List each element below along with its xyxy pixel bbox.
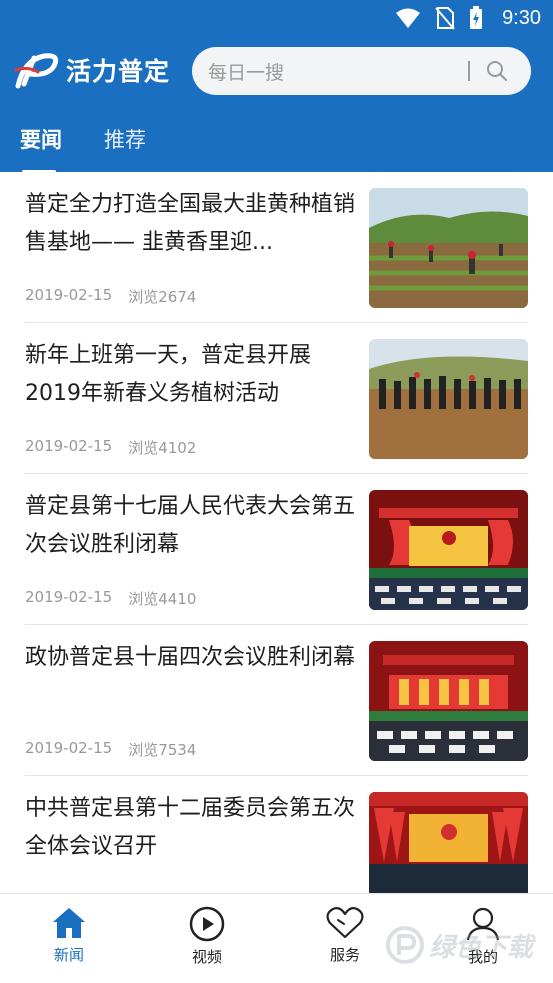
news-date: 2019-02-15	[25, 739, 113, 757]
news-item[interactable]: 普定全力打造全国最大韭黄种植销售基地—— 韭黄香里迎... 2019-02-15…	[0, 172, 553, 323]
watermark: 绿色下载	[385, 925, 533, 965]
news-views: 浏览4102	[128, 439, 197, 457]
tab-recommended[interactable]: 推荐	[104, 124, 146, 154]
news-thumbnail-conference-flags	[369, 792, 528, 893]
news-list: 普定全力打造全国最大韭黄种植销售基地—— 韭黄香里迎... 2019-02-15…	[0, 172, 553, 893]
news-views: 浏览2674	[128, 288, 197, 306]
tab-headlines[interactable]: 要闻	[20, 124, 62, 154]
nav-news-label: 新闻	[53, 946, 84, 964]
no-sim-icon	[435, 7, 455, 30]
tab-bar: 要闻 推荐	[0, 118, 553, 173]
news-item[interactable]: 政协普定县十届四次会议胜利闭幕 2019-02-15 浏览7534	[0, 625, 553, 776]
status-bar: 9:30	[0, 0, 553, 38]
search-placeholder: 每日一搜	[208, 62, 285, 84]
news-views: 浏览4410	[128, 590, 197, 608]
search-input[interactable]: 每日一搜	[192, 47, 531, 95]
wifi-icon	[396, 8, 420, 28]
nav-service[interactable]: 服务	[300, 906, 390, 965]
news-title: 普定县第十七届人民代表大会第五次会议胜利闭幕	[25, 494, 356, 557]
search-divider	[468, 61, 470, 81]
nav-news[interactable]: 新闻	[24, 906, 114, 965]
news-title: 普定全力打造全国最大韭黄种植销售基地—— 韭黄香里迎...	[25, 192, 356, 255]
news-item[interactable]: 新年上班第一天，普定县开展2019年新春义务植树活动 2019-02-15 浏览…	[0, 323, 553, 474]
news-meta: 2019-02-15 浏览4102	[25, 437, 196, 458]
status-icons	[395, 6, 483, 30]
nav-video[interactable]: 视频	[162, 906, 252, 967]
news-title: 中共普定县第十二届委员会第五次全体会议召开	[25, 796, 356, 859]
watermark-logo-icon	[386, 926, 424, 964]
app-logo-icon	[14, 53, 59, 89]
news-title: 政协普定县十届四次会议胜利闭幕	[25, 645, 356, 670]
app-header: 9:30 活力普定 每日一搜 要闻 推荐	[0, 0, 553, 173]
battery-charging-icon	[470, 6, 482, 29]
news-meta: 2019-02-15 浏览2674	[25, 286, 196, 307]
news-title: 新年上班第一天，普定县开展2019年新春义务植树活动	[25, 343, 312, 406]
nav-service-label: 服务	[329, 946, 360, 964]
news-meta: 2019-02-15 浏览4410	[25, 588, 196, 609]
watermark-text: 绿色下载	[429, 932, 534, 963]
news-item[interactable]: 普定县第十七届人民代表大会第五次会议胜利闭幕 2019-02-15 浏览4410	[0, 474, 553, 625]
news-thumbnail-conference	[369, 490, 528, 610]
heart-icon	[326, 907, 364, 939]
brand-name: 活力普定	[66, 57, 171, 86]
news-date: 2019-02-15	[25, 437, 113, 455]
news-date: 2019-02-15	[25, 286, 113, 304]
nav-video-label: 视频	[191, 948, 222, 966]
news-item[interactable]: 中共普定县第十二届委员会第五次全体会议召开	[0, 776, 553, 893]
news-thumbnail-tree-planting	[369, 339, 528, 459]
search-icon[interactable]	[485, 59, 509, 83]
news-thumbnail-farm	[369, 188, 528, 308]
status-time: 9:30	[502, 7, 541, 29]
brand: 活力普定	[14, 50, 170, 90]
news-meta: 2019-02-15 浏览7534	[25, 739, 196, 760]
home-icon	[53, 908, 85, 938]
news-thumbnail-conference	[369, 641, 528, 761]
news-date: 2019-02-15	[25, 588, 113, 606]
news-views: 浏览7534	[128, 741, 197, 759]
play-icon	[189, 906, 225, 942]
